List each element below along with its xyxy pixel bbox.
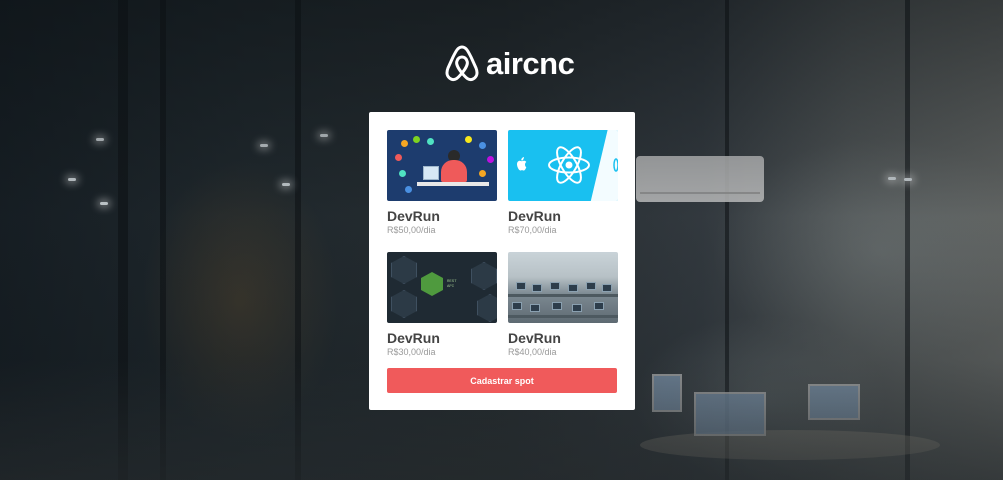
spots-card: DevRun R$50,00/dia DevRun R$70,00/dia RE… [369, 112, 635, 410]
spot-price: R$70,00/dia [508, 225, 557, 235]
spot-item[interactable]: DevRun R$70,00/dia [508, 130, 618, 236]
spot-thumbnail [387, 130, 497, 201]
airbnb-logo-icon [445, 45, 479, 82]
spot-thumbnail [508, 252, 618, 323]
register-spot-button[interactable]: Cadastrar spot [387, 368, 617, 393]
spot-company: DevRun [387, 208, 440, 224]
react-logo-icon [548, 146, 590, 184]
spot-company: DevRun [387, 330, 440, 346]
spot-price: R$50,00/dia [387, 225, 436, 235]
spot-price: R$40,00/dia [508, 347, 557, 357]
spot-company: DevRun [508, 330, 561, 346]
nodejs-icon [421, 272, 443, 296]
spot-thumbnail [508, 130, 618, 201]
brand-logo[interactable]: aircnc [444, 44, 575, 82]
spot-company: DevRun [508, 208, 561, 224]
spot-item[interactable]: REST API DevRun R$30,00/dia [387, 252, 497, 358]
spot-item[interactable]: DevRun R$40,00/dia [508, 252, 618, 358]
spot-list: DevRun R$50,00/dia DevRun R$70,00/dia RE… [387, 130, 618, 358]
react-logo-icon [613, 158, 618, 172]
spot-price: R$30,00/dia [387, 347, 436, 357]
spot-thumbnail: REST API [387, 252, 497, 323]
apple-icon [517, 157, 527, 171]
spot-item[interactable]: DevRun R$50,00/dia [387, 130, 497, 236]
brand-name: aircnc [486, 45, 575, 81]
